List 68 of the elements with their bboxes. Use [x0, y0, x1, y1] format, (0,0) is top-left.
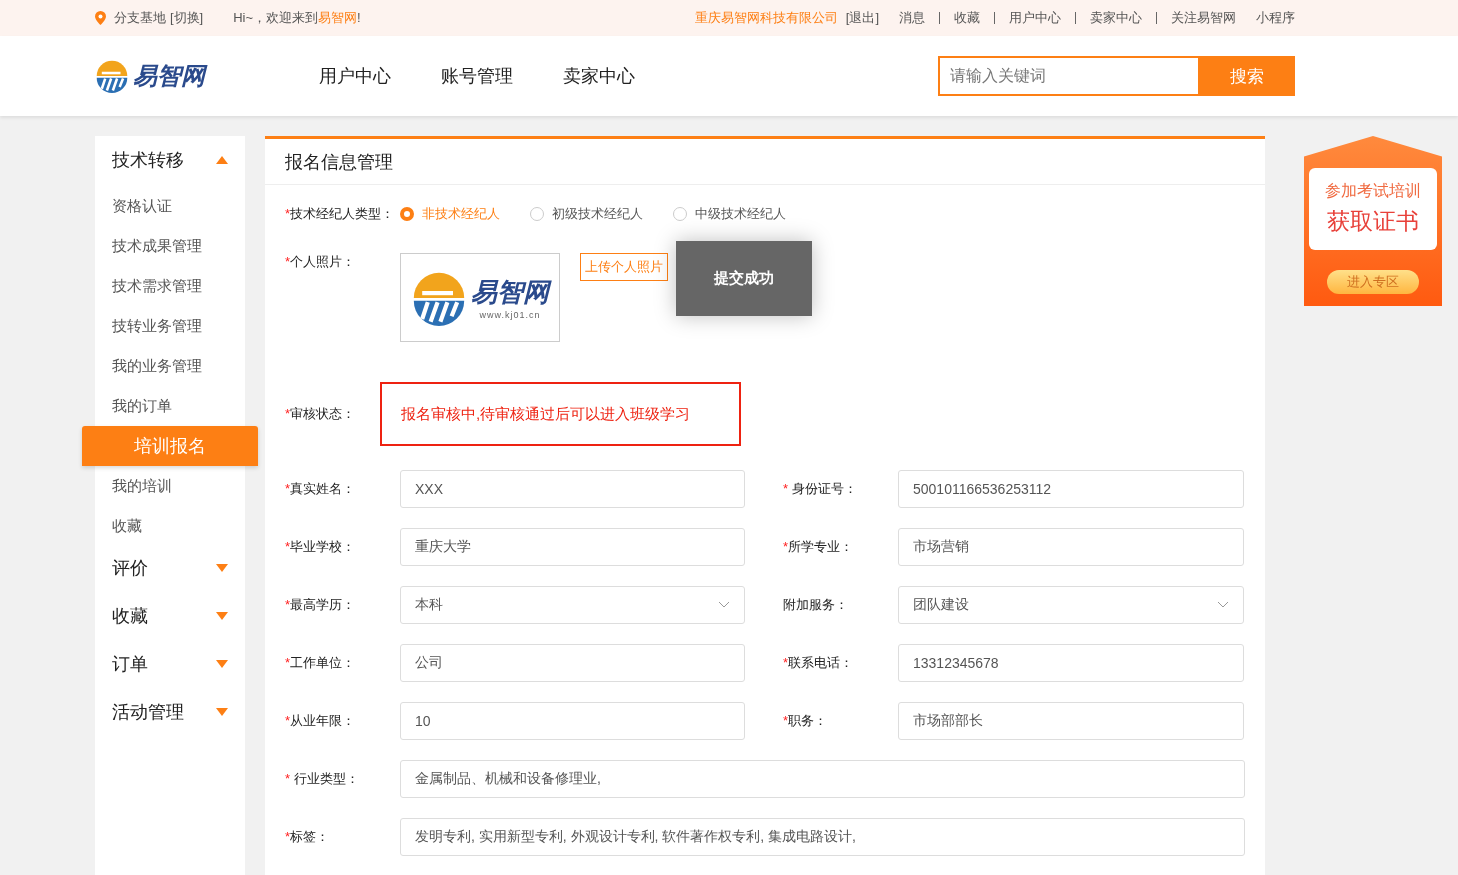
input-field[interactable]: 10: [400, 702, 745, 740]
input-field[interactable]: 公司: [400, 644, 745, 682]
input-field[interactable]: 金属制品、机械和设备修理业,: [400, 760, 1245, 798]
top-link[interactable]: 小程序: [1256, 9, 1295, 27]
sidebar-group[interactable]: 订单: [95, 642, 245, 686]
sidebar-item[interactable]: 我的订单: [95, 386, 245, 426]
top-link[interactable]: 消息: [899, 9, 925, 27]
field-label: *标签：: [285, 828, 331, 846]
field-label: *审核状态：: [285, 405, 357, 423]
logo-text: 易智网: [133, 60, 319, 92]
field-label: * 行业类型：: [285, 770, 360, 788]
logout-link[interactable]: [退出]: [845, 9, 879, 27]
field-label: * 身份证号：: [783, 480, 858, 498]
sidebar-group[interactable]: 技术转移: [95, 138, 245, 182]
input-field[interactable]: XXX: [400, 470, 745, 508]
field-label: *工作单位：: [285, 654, 357, 672]
nav-link[interactable]: 卖家中心: [563, 64, 635, 88]
status-message: 报名审核中,待审核通过后可以进入班级学习: [380, 382, 741, 446]
top-link[interactable]: 卖家中心: [1090, 9, 1142, 27]
field-label: *职务：: [783, 712, 829, 730]
input-field[interactable]: 市场营销: [898, 528, 1244, 566]
nav-link[interactable]: 账号管理: [441, 64, 513, 88]
field-label: *个人照片：: [285, 253, 357, 271]
field-label: 附加服务：: [783, 596, 849, 614]
promo-banner[interactable]: 参加考试培训 获取证书 进入专区: [1304, 136, 1442, 306]
greeting-text: Hi~，欢迎来到易智网!: [233, 9, 361, 27]
chevron-down-icon: [1217, 601, 1229, 609]
input-field[interactable]: 500101166536253112: [898, 470, 1244, 508]
input-field[interactable]: 重庆大学: [400, 528, 745, 566]
sidebar-item[interactable]: 我的业务管理: [95, 346, 245, 386]
sidebar-item[interactable]: 技术需求管理: [95, 266, 245, 306]
input-field[interactable]: 发明专利, 实用新型专利, 外观设计专利, 软件著作权专利, 集成电路设计,: [400, 818, 1245, 856]
field-label: *技术经纪人类型：: [285, 205, 396, 223]
banner-heading: 获取证书: [1327, 207, 1419, 236]
field-label: *真实姓名：: [285, 480, 357, 498]
panel-title: 报名信息管理: [265, 139, 1265, 185]
sidebar-item[interactable]: 技转业务管理: [95, 306, 245, 346]
input-field[interactable]: 市场部部长: [898, 702, 1244, 740]
sidebar-item[interactable]: 收藏: [95, 506, 245, 546]
logo-icon: [95, 59, 129, 93]
sidebar-group[interactable]: 收藏: [95, 594, 245, 638]
top-link[interactable]: 收藏: [954, 9, 980, 27]
field-label: *从业年限：: [285, 712, 357, 730]
field-label: *毕业学校：: [285, 538, 357, 556]
field-label: *最高学历：: [285, 596, 357, 614]
radio-option[interactable]: 中级技术经纪人: [673, 205, 786, 223]
select-field[interactable]: 本科: [400, 586, 745, 624]
sidebar-item[interactable]: 我的培训: [95, 466, 245, 506]
sidebar-group[interactable]: 评价: [95, 546, 245, 590]
select-field[interactable]: 团队建设: [898, 586, 1244, 624]
search-field[interactable]: 请输入关键词: [938, 56, 1198, 96]
field-label: *联系电话：: [783, 654, 855, 672]
top-link[interactable]: 关注易智网: [1171, 9, 1236, 27]
radio-option[interactable]: 初级技术经纪人: [530, 205, 643, 223]
field-label: *所学专业：: [783, 538, 855, 556]
nav-link[interactable]: 用户中心: [319, 64, 391, 88]
sidebar-group[interactable]: 活动管理: [95, 690, 245, 734]
sidebar-item[interactable]: 资格认证: [95, 186, 245, 226]
toast-message: 提交成功: [676, 241, 812, 316]
top-link[interactable]: 用户中心: [1009, 9, 1061, 27]
location-text: 分支基地: [114, 9, 166, 27]
chevron-down-icon: [718, 601, 730, 609]
input-field[interactable]: 13312345678: [898, 644, 1244, 682]
sidebar-item[interactable]: 技术成果管理: [95, 226, 245, 266]
switch-link[interactable]: [切换]: [170, 9, 204, 27]
banner-text: 参加考试培训: [1325, 181, 1421, 201]
url-text: www.kj01.cn: [479, 310, 541, 320]
location-pin-icon: [95, 11, 106, 25]
